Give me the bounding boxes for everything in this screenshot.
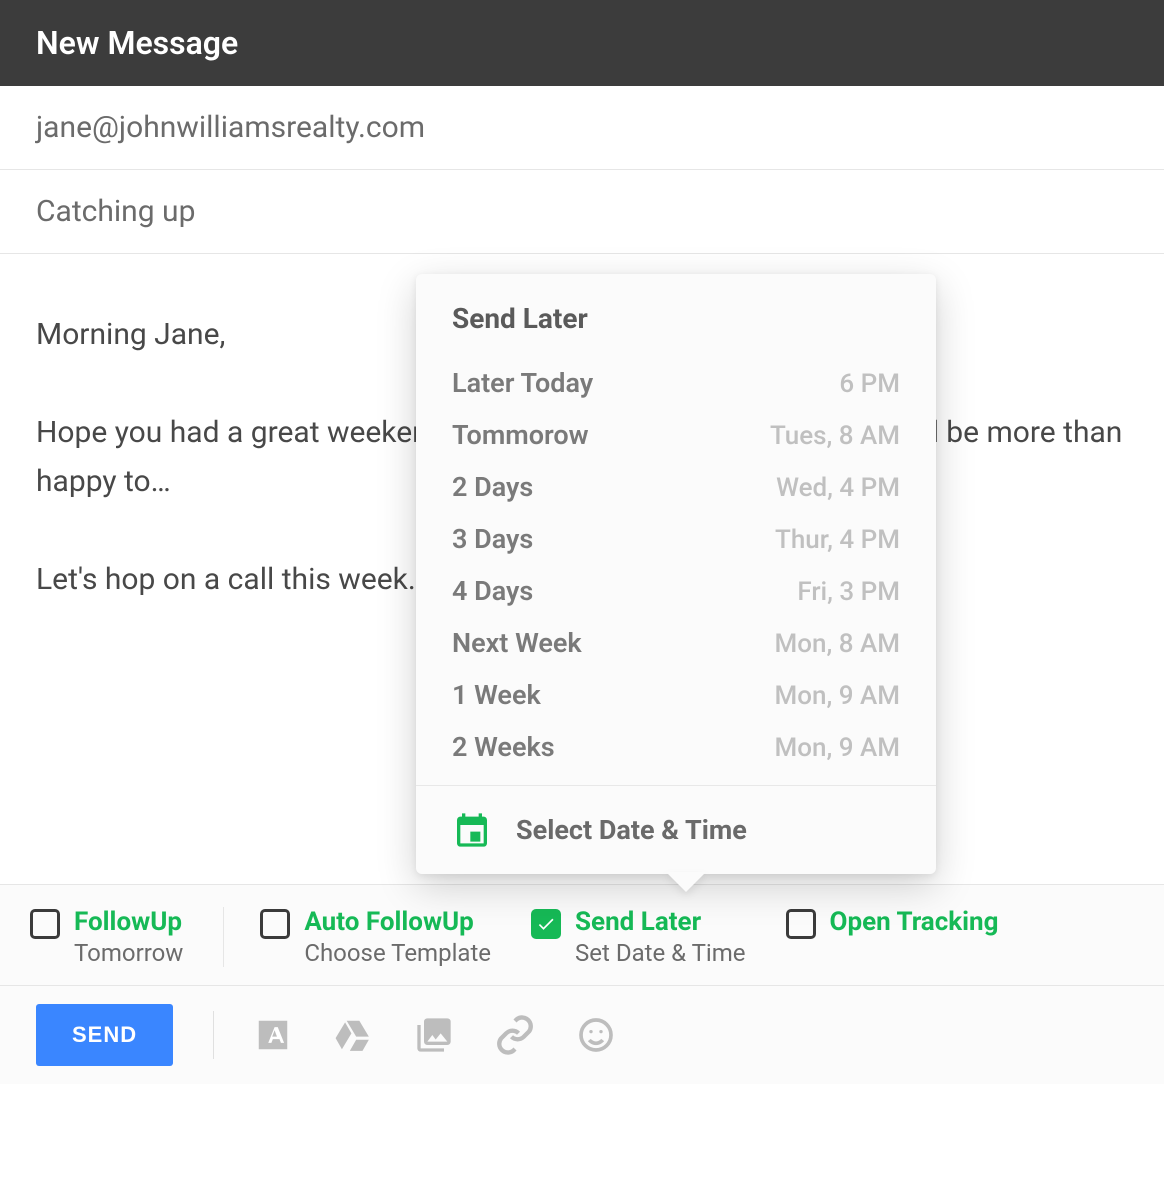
font-icon[interactable] — [254, 1016, 292, 1054]
option-label: 2 Days — [452, 471, 533, 503]
drive-icon[interactable] — [332, 1016, 374, 1054]
option-time: Thur, 4 PM — [775, 525, 900, 555]
subject-value: Catching up — [36, 194, 195, 229]
compose-toolbar: SEND — [0, 985, 1164, 1084]
send-later-option[interactable]: Next Week Mon, 8 AM — [452, 617, 900, 669]
send-later-option[interactable]: 3 Days Thur, 4 PM — [452, 513, 900, 565]
option-time: Mon, 8 AM — [775, 629, 900, 659]
followup-option[interactable]: FollowUp Tomorrow — [30, 907, 183, 967]
to-field[interactable]: jane@johnwilliamsrealty.com — [0, 86, 1164, 170]
option-subtitle: Tomorrow — [74, 939, 183, 967]
select-date-time-button[interactable]: Select Date & Time — [416, 785, 936, 874]
compose-header: New Message — [0, 0, 1164, 86]
send-later-option[interactable]: 2 Weeks Mon, 9 AM — [452, 721, 900, 773]
option-time: Wed, 4 PM — [776, 473, 900, 503]
emoji-icon[interactable] — [576, 1015, 616, 1055]
calendar-icon — [452, 810, 492, 850]
option-title: Send Later — [575, 907, 745, 937]
option-subtitle: Choose Template — [304, 939, 491, 967]
compose-title: New Message — [36, 24, 238, 62]
option-label: 3 Days — [452, 523, 533, 555]
options-bar: FollowUp Tomorrow Auto FollowUp Choose T… — [0, 884, 1164, 985]
send-later-option[interactable]: 2 Days Wed, 4 PM — [452, 461, 900, 513]
send-later-option[interactable]: Tommorow Tues, 8 AM — [452, 409, 900, 461]
subject-field[interactable]: Catching up — [0, 170, 1164, 254]
option-title: Open Tracking — [830, 907, 999, 937]
option-subtitle: Set Date & Time — [575, 939, 745, 967]
popover-title: Send Later — [452, 302, 900, 335]
option-label: 2 Weeks — [452, 731, 555, 763]
send-later-option[interactable]: 4 Days Fri, 3 PM — [452, 565, 900, 617]
option-label: Tommorow — [452, 419, 589, 451]
option-label: 4 Days — [452, 575, 533, 607]
option-time: Fri, 3 PM — [797, 577, 900, 607]
option-label: Later Today — [452, 367, 593, 399]
send-later-popover: Send Later Later Today 6 PM Tommorow Tue… — [416, 274, 936, 874]
send-later-option[interactable]: Later Today 6 PM — [452, 357, 900, 409]
option-title: FollowUp — [74, 907, 183, 937]
send-later-option-toggle[interactable]: Send Later Set Date & Time — [531, 907, 745, 967]
option-title: Auto FollowUp — [304, 907, 491, 937]
link-icon[interactable] — [494, 1014, 536, 1056]
divider — [213, 1011, 214, 1059]
option-time: Tues, 8 AM — [770, 421, 900, 451]
checkbox-icon[interactable] — [786, 909, 816, 939]
auto-followup-option[interactable]: Auto FollowUp Choose Template — [223, 907, 491, 967]
send-button[interactable]: SEND — [36, 1004, 173, 1066]
checkbox-checked-icon[interactable] — [531, 909, 561, 939]
option-label: 1 Week — [452, 679, 541, 711]
option-time: Mon, 9 AM — [775, 681, 900, 711]
option-time: 6 PM — [839, 369, 900, 399]
checkbox-icon[interactable] — [260, 909, 290, 939]
send-later-option[interactable]: 1 Week Mon, 9 AM — [452, 669, 900, 721]
image-icon[interactable] — [414, 1015, 454, 1055]
option-label: Next Week — [452, 627, 582, 659]
checkbox-icon[interactable] — [30, 909, 60, 939]
open-tracking-option[interactable]: Open Tracking — [786, 907, 999, 967]
select-date-time-label: Select Date & Time — [516, 814, 747, 846]
option-time: Mon, 9 AM — [775, 733, 900, 763]
to-value: jane@johnwilliamsrealty.com — [36, 110, 425, 145]
